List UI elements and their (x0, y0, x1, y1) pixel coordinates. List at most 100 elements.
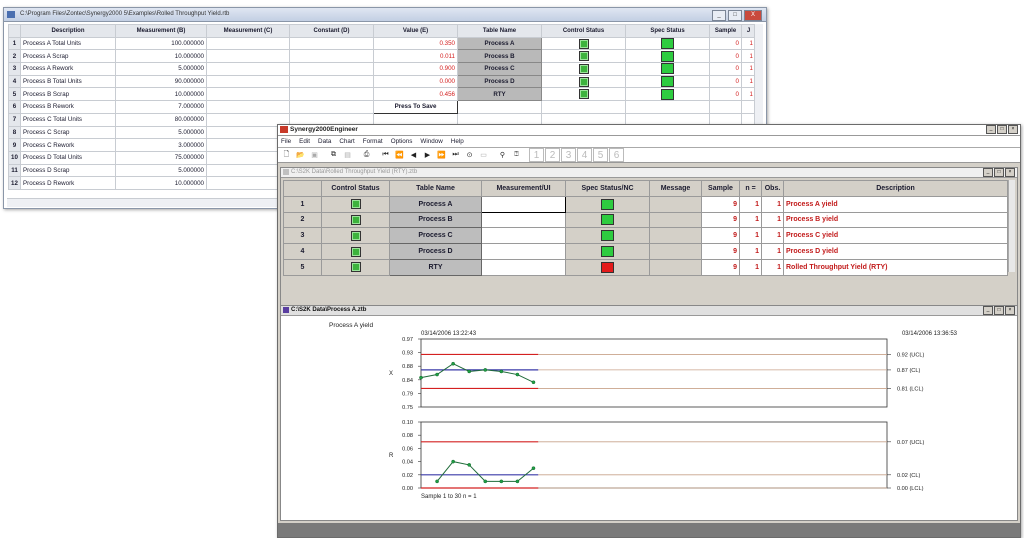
sample-cell[interactable]: 0 (709, 87, 742, 102)
table-window-title-bar[interactable]: C:\S2K Data\Rolled Throughput Yield (RTY… (281, 168, 1017, 178)
column-header[interactable]: Constant (D) (289, 24, 374, 38)
row-number[interactable]: 2 (8, 49, 21, 64)
page-5-button[interactable]: 5 (593, 148, 608, 162)
constant-d-cell[interactable] (289, 87, 374, 102)
measurement-c-cell[interactable] (206, 87, 290, 102)
measurement-b-cell[interactable]: 7.000000 (115, 100, 207, 114)
table-name-cell[interactable]: Process C (457, 62, 542, 76)
chart-disabled-icon[interactable]: ▭ (477, 149, 490, 161)
table-close-button[interactable]: × (1005, 168, 1015, 177)
measurement-input[interactable] (481, 211, 566, 229)
column-header[interactable]: Spec Status (625, 24, 710, 38)
menu-help[interactable]: Help (451, 138, 464, 145)
menu-edit[interactable]: Edit (299, 138, 310, 145)
measurement-b-cell[interactable]: 90.000000 (115, 74, 207, 89)
row-number[interactable]: 7 (8, 112, 21, 127)
row-number[interactable]: 8 (8, 125, 21, 140)
measurement-b-cell[interactable]: 5.000000 (115, 62, 207, 76)
measurement-b-cell[interactable]: 3.000000 (115, 138, 207, 152)
table-name-cell[interactable] (457, 100, 542, 114)
table-name-button[interactable]: Process C (389, 227, 482, 245)
grid-column-header[interactable]: Sample (701, 180, 740, 197)
constant-d-cell[interactable] (289, 62, 374, 76)
measurement-input[interactable] (481, 243, 566, 260)
constant-d-cell[interactable] (289, 74, 374, 89)
sample-cell[interactable]: 0 (709, 62, 742, 76)
column-header[interactable]: Sample (709, 24, 742, 38)
measurement-c-cell[interactable] (206, 100, 290, 114)
first-record-icon[interactable]: ⏮ (379, 149, 392, 161)
measurement-b-cell[interactable]: 5.000000 (115, 163, 207, 178)
menu-window[interactable]: Window (420, 138, 442, 145)
sample-cell[interactable]: 0 (709, 74, 742, 89)
row-number[interactable]: 10 (8, 150, 21, 165)
measurement-c-cell[interactable] (206, 36, 290, 51)
page-1-button[interactable]: 1 (529, 148, 544, 162)
measurement-input[interactable] (481, 195, 566, 213)
description-cell[interactable]: Process A Rework (20, 62, 116, 76)
app-title-bar[interactable]: Synergy2000Engineer _ □ × (278, 125, 1020, 136)
measurement-b-cell[interactable]: 10.000000 (115, 87, 207, 102)
column-header[interactable]: Value (E) (373, 24, 458, 38)
column-header[interactable]: Measurement (B) (115, 24, 207, 38)
row-number[interactable]: 11 (8, 163, 21, 178)
description-cell[interactable]: Process D Total Units (20, 150, 116, 165)
description-cell[interactable]: Process D Scrap (20, 163, 116, 178)
value-e-cell[interactable]: 0.900 (373, 62, 458, 76)
press-to-save-button[interactable]: Press To Save (373, 100, 458, 114)
print-icon[interactable]: ⎙ (360, 149, 373, 161)
table-name-button[interactable]: Process B (389, 211, 482, 229)
measurement-b-cell[interactable]: 80.000000 (115, 112, 207, 127)
table-restore-button[interactable]: □ (994, 168, 1004, 177)
new-file-icon[interactable]: 🗋 (280, 149, 293, 161)
table-name-cell[interactable]: Process B (457, 49, 542, 64)
context-help-icon[interactable]: ⍰ (510, 149, 523, 161)
row-number[interactable]: 5 (8, 87, 21, 102)
table-name-cell[interactable]: Process A (457, 36, 542, 51)
table-name-button[interactable]: RTY (389, 258, 482, 276)
menu-options[interactable]: Options (391, 138, 413, 145)
grid-column-header[interactable]: Measurement/UI (481, 180, 566, 197)
column-header[interactable]: Description (20, 24, 116, 38)
description-cell[interactable]: Process C Scrap (20, 125, 116, 140)
app-close-button[interactable]: × (1008, 125, 1018, 134)
worksheet-title-bar[interactable]: C:\Program Files\Zontec\Synergy2000 5\Ex… (4, 8, 766, 22)
grid-column-header[interactable]: n = (739, 180, 762, 197)
menu-format[interactable]: Format (363, 138, 383, 145)
table-name-cell[interactable]: RTY (457, 87, 542, 102)
fast-forward-icon[interactable]: ⏩ (435, 149, 448, 161)
page-4-button[interactable]: 4 (577, 148, 592, 162)
column-header[interactable]: Table Name (457, 24, 542, 38)
copy-icon[interactable]: ⧉ (327, 149, 340, 161)
row-number[interactable]: 3 (8, 62, 21, 76)
measurement-input[interactable] (481, 258, 566, 276)
page-6-button[interactable]: 6 (609, 148, 624, 162)
rty-row-number[interactable]: 4 (283, 243, 322, 260)
open-folder-icon[interactable]: 📂 (294, 149, 307, 161)
minimize-button[interactable]: _ (712, 10, 726, 21)
row-number[interactable]: 4 (8, 74, 21, 89)
menu-file[interactable]: File (281, 138, 291, 145)
chart-minimize-button[interactable]: _ (983, 306, 993, 315)
grid-column-header[interactable]: Table Name (389, 180, 482, 197)
description-cell[interactable]: Process C Rework (20, 138, 116, 152)
rty-row-number[interactable]: 5 (283, 258, 322, 276)
save-icon[interactable]: ▣ (308, 149, 321, 161)
rty-row-number[interactable]: 3 (283, 227, 322, 245)
measurement-c-cell[interactable] (206, 62, 290, 76)
column-header[interactable]: Control Status (541, 24, 626, 38)
constant-d-cell[interactable] (289, 49, 374, 64)
measurement-b-cell[interactable]: 75.000000 (115, 150, 207, 165)
value-e-cell[interactable]: 0.000 (373, 74, 458, 89)
table-vertical-scrollbar[interactable] (1008, 180, 1015, 272)
page-2-button[interactable]: 2 (545, 148, 560, 162)
description-cell[interactable]: Process B Rework (20, 100, 116, 114)
rty-row-number[interactable]: 1 (283, 195, 322, 213)
sample-cell[interactable]: 0 (709, 49, 742, 64)
maximize-button[interactable]: □ (728, 10, 742, 21)
table-name-cell[interactable]: Process D (457, 74, 542, 89)
page-3-button[interactable]: 3 (561, 148, 576, 162)
description-cell[interactable]: Process C Total Units (20, 112, 116, 127)
constant-d-cell[interactable] (289, 100, 374, 114)
column-header[interactable]: Measurement (C) (206, 24, 290, 38)
